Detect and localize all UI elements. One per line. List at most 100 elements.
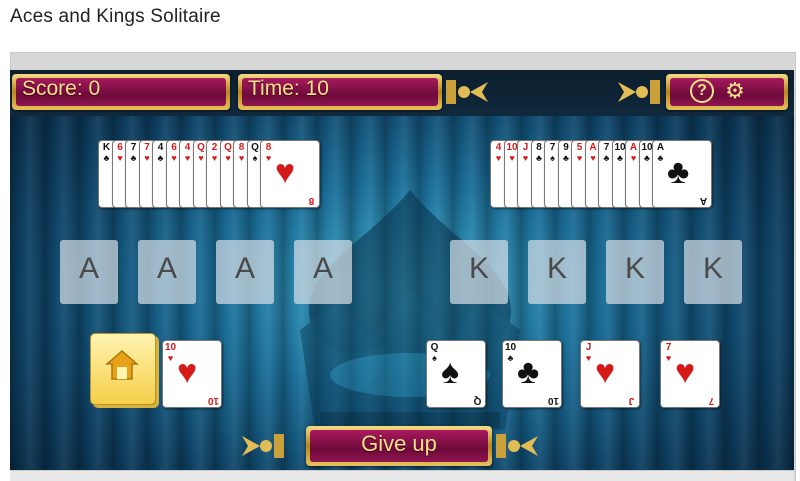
tableau-card[interactable]: 10 ♣ ♣ 10 bbox=[502, 340, 562, 408]
card-rank-bottom: 8 bbox=[308, 195, 315, 206]
card-rank: 6 ♥ bbox=[169, 143, 180, 164]
card-rank: Q ♠ bbox=[430, 342, 439, 364]
card-suit-icon: ♥ bbox=[522, 153, 529, 163]
card-suit-icon: ♣ bbox=[657, 153, 664, 163]
card-suit-icon: ♠ bbox=[550, 153, 555, 163]
game-board: Score: 0 Time: 10 ? ⚙ K ♣ 6 ♥ 7 ♣ 7 ♥ 4 ♣ 6 ♥ 4 ♥ Q ♥ 2 ♥… bbox=[10, 70, 794, 470]
card-rank-bottom: A bbox=[699, 195, 708, 206]
card-rank: 10 ♣ bbox=[505, 342, 517, 364]
foundation-king-1[interactable]: K bbox=[450, 240, 508, 304]
card-rank: 7 ♠ bbox=[547, 143, 558, 164]
home-icon bbox=[105, 350, 139, 380]
card-suit-icon: ♣ bbox=[644, 153, 650, 163]
ornament-left-icon bbox=[446, 80, 488, 104]
card-rank: 7 ♥ bbox=[663, 343, 674, 364]
tableau-card[interactable]: 7 ♥ ♥ 7 bbox=[660, 340, 720, 408]
foundation-king-4[interactable]: K bbox=[684, 240, 742, 304]
card-rank: 4 ♥ bbox=[182, 143, 193, 164]
card-suit-icon: ♣ bbox=[603, 153, 610, 163]
card-rank: 8 ♥ bbox=[263, 143, 274, 164]
ornament-giveup-left-icon bbox=[242, 434, 284, 458]
card-rank-bottom: 7 bbox=[708, 395, 715, 406]
card-suit-icon: ♥ bbox=[509, 153, 515, 163]
card-suit-icon: ♣ bbox=[130, 153, 137, 163]
card-big-suit-icon: ♥ bbox=[177, 353, 198, 391]
tableau-card[interactable]: Q ♠ ♠ Q bbox=[426, 340, 486, 408]
card-big-suit-icon: ♥ bbox=[595, 353, 616, 391]
top-bar: Score: 0 Time: 10 ? ⚙ bbox=[10, 70, 794, 116]
card-suit-icon: ♥ bbox=[171, 153, 177, 163]
card-big-suit-icon: ♣ bbox=[517, 353, 540, 391]
card-rank: 7 ♣ bbox=[128, 143, 139, 164]
help-icon[interactable]: ? bbox=[690, 79, 714, 103]
card-suit-icon: ♥ bbox=[144, 153, 150, 163]
card-rank: Q ♥ bbox=[224, 142, 232, 164]
score-label: Score: 0 bbox=[22, 77, 101, 100]
card-big-suit-icon: ♠ bbox=[441, 353, 460, 391]
card-rank: J ♥ bbox=[583, 343, 594, 364]
card-rank: 10 ♥ bbox=[506, 142, 518, 164]
foundation-ace-3[interactable]: A bbox=[216, 240, 274, 304]
card-rank: 2 ♥ bbox=[209, 143, 220, 164]
card-suit-icon: ♥ bbox=[225, 153, 231, 163]
card-suit-icon: ♣ bbox=[536, 153, 542, 163]
card-suit-icon: ♥ bbox=[117, 153, 123, 163]
card-suit-icon: ♥ bbox=[184, 153, 191, 163]
ornament-giveup-right-icon bbox=[496, 434, 538, 458]
foundation-ace-4[interactable]: A bbox=[294, 240, 352, 304]
card-suit-icon: ♠ bbox=[432, 353, 437, 363]
card-rank: A ♥ bbox=[589, 142, 597, 164]
card-suit-icon: ♥ bbox=[576, 153, 583, 163]
score-panel: Score: 0 bbox=[12, 74, 230, 110]
card-suit-icon: ♣ bbox=[507, 353, 514, 363]
card-suit-icon: ♥ bbox=[167, 353, 174, 363]
give-up-button[interactable]: Give up bbox=[306, 426, 492, 466]
card-suit-icon: ♣ bbox=[563, 153, 569, 163]
card-rank: 7 ♥ bbox=[142, 143, 153, 164]
card-rank-bottom: 10 bbox=[547, 395, 559, 406]
card-suit-icon: ♥ bbox=[585, 353, 592, 363]
card-rank: 10 ♣ bbox=[641, 142, 653, 164]
card-rank: 4 ♣ bbox=[155, 143, 166, 164]
card-rank: 10 ♥ bbox=[165, 342, 177, 364]
card-rank: 6 ♥ bbox=[115, 143, 126, 164]
card-suit-icon: ♥ bbox=[630, 153, 637, 163]
foundation-king-3[interactable]: K bbox=[606, 240, 664, 304]
card-big-suit-icon: ♥ bbox=[275, 153, 296, 191]
card-rank: K ♣ bbox=[102, 142, 111, 164]
card-rank: A ♣ bbox=[656, 142, 665, 164]
stock-deck[interactable] bbox=[90, 333, 156, 405]
card-suit-icon: ♥ bbox=[495, 153, 502, 163]
card-rank: 7 ♣ bbox=[601, 143, 612, 164]
card-rank: 5 ♥ bbox=[574, 143, 585, 164]
ornament-right-icon bbox=[618, 80, 660, 104]
foundation-ace-1[interactable]: A bbox=[60, 240, 118, 304]
tools-panel: ? ⚙ bbox=[666, 74, 788, 110]
spade-crown-decoration bbox=[300, 190, 520, 430]
card-suit-icon: ♥ bbox=[265, 153, 272, 163]
card-rank: Q ♥ bbox=[197, 142, 205, 164]
time-label: Time: 10 bbox=[248, 77, 329, 100]
reserve-top-card[interactable]: A ♣ ♣ A bbox=[652, 140, 712, 208]
card-suit-icon: ♣ bbox=[103, 153, 110, 163]
card-rank-bottom: Q bbox=[473, 395, 482, 406]
give-up-label: Give up bbox=[361, 431, 437, 456]
page-title: Aces and Kings Solitaire bbox=[10, 6, 221, 27]
card-rank: 8 ♣ bbox=[534, 143, 545, 164]
card-rank: Q ♠ bbox=[251, 142, 259, 164]
time-panel: Time: 10 bbox=[238, 74, 442, 110]
foundation-king-2[interactable]: K bbox=[528, 240, 586, 304]
card-suit-icon: ♥ bbox=[665, 353, 672, 363]
card-rank: 4 ♥ bbox=[493, 143, 504, 164]
card-rank: 8 ♥ bbox=[236, 143, 247, 164]
foundation-ace-2[interactable]: A bbox=[138, 240, 196, 304]
tableau-card[interactable]: J ♥ ♥ J bbox=[580, 340, 640, 408]
reserve-top-card[interactable]: 8 ♥ ♥ 8 bbox=[260, 140, 320, 208]
card-suit-icon: ♥ bbox=[590, 153, 596, 163]
card-big-suit-icon: ♥ bbox=[675, 353, 696, 391]
card-rank: J ♥ bbox=[520, 143, 531, 164]
card-suit-icon: ♠ bbox=[252, 153, 258, 163]
waste-card[interactable]: 10 ♥ ♥ 10 bbox=[162, 340, 222, 408]
gear-icon[interactable]: ⚙ bbox=[722, 78, 748, 104]
card-big-suit-icon: ♣ bbox=[667, 153, 690, 191]
